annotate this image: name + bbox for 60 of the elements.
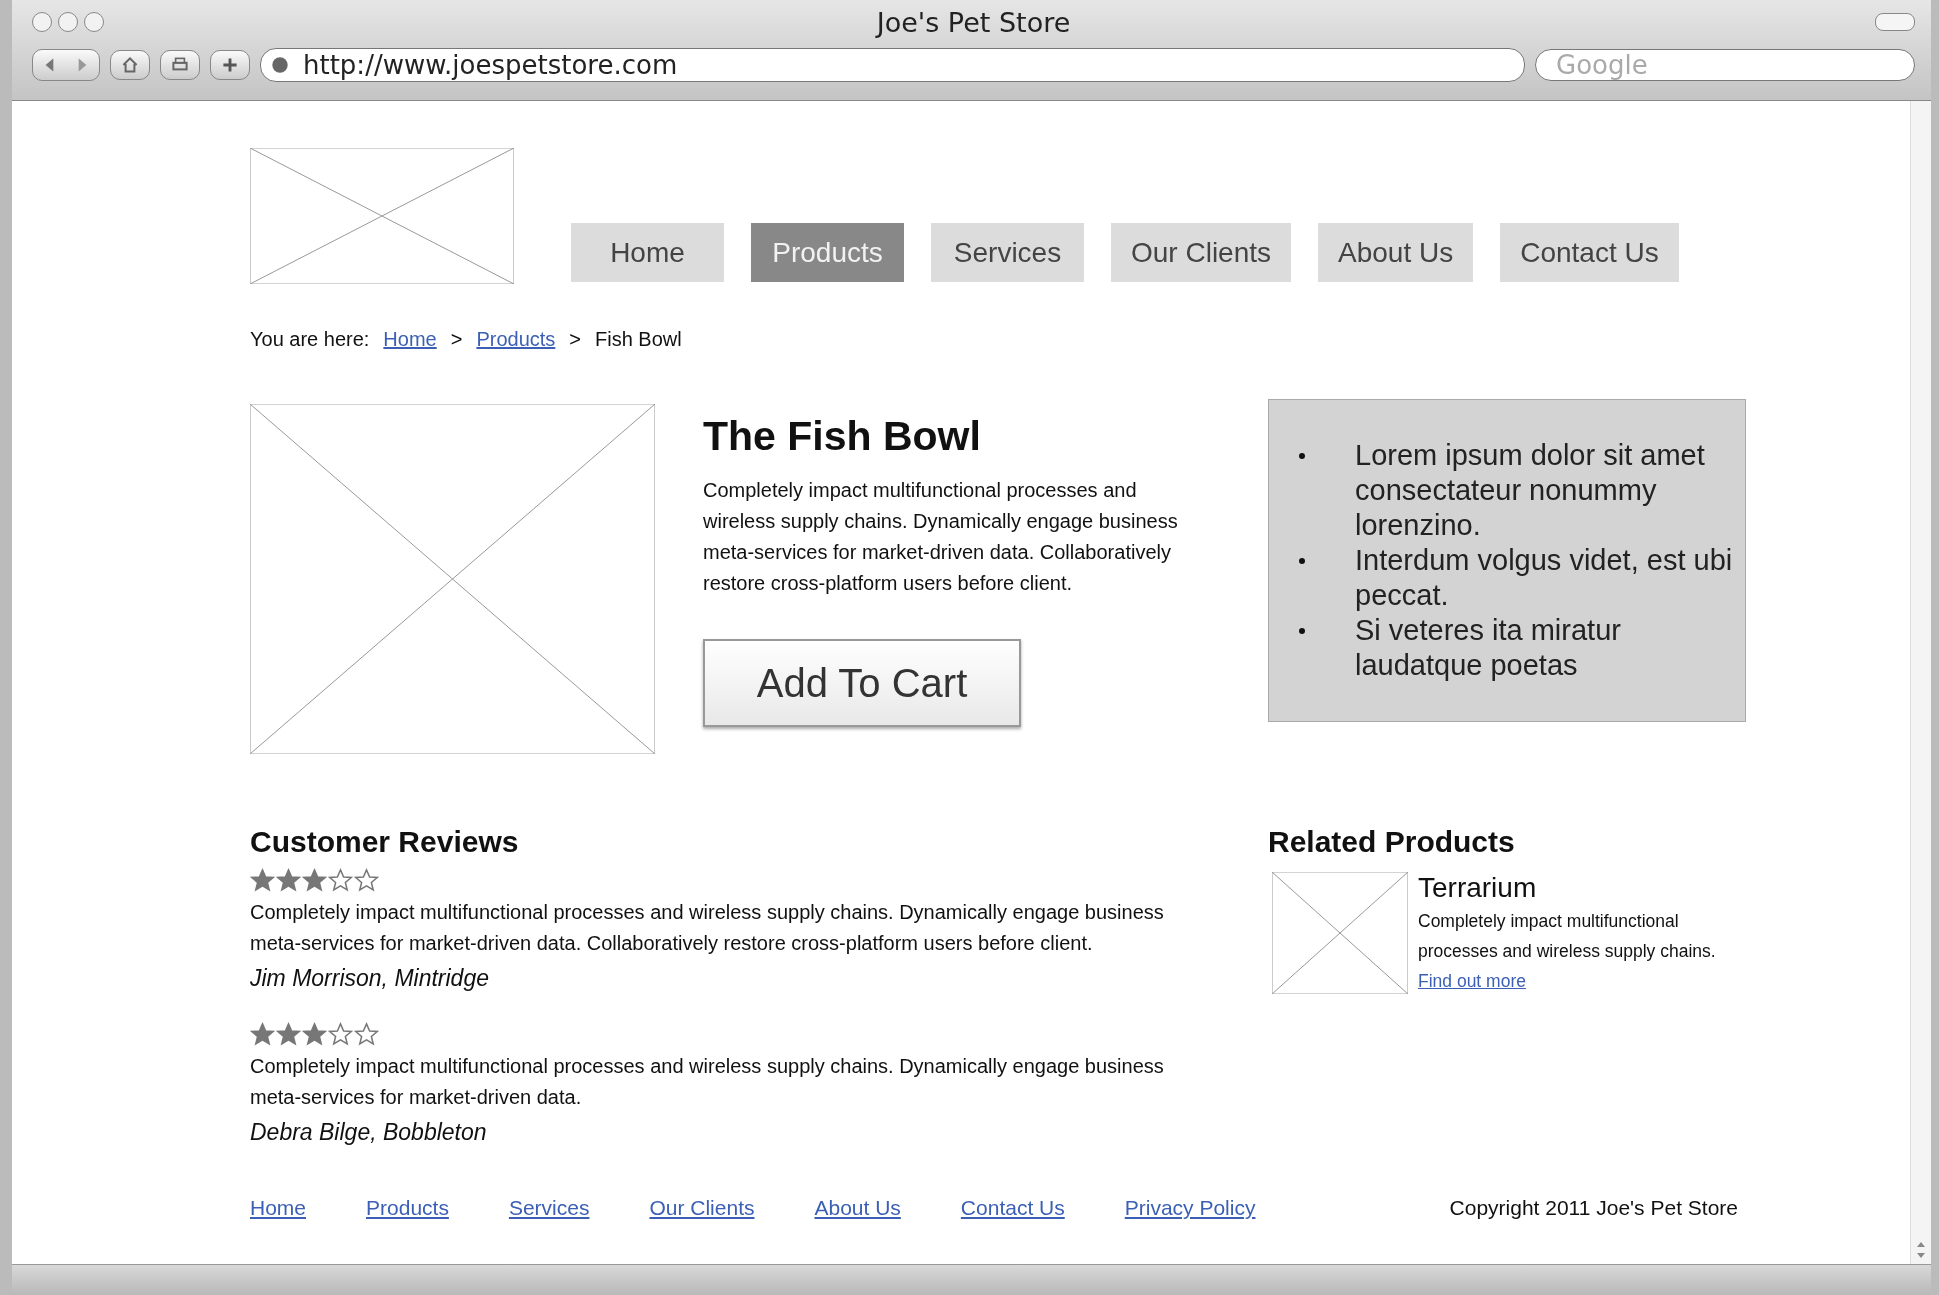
toolbar-toggle-button[interactable] bbox=[1875, 13, 1915, 31]
bullet-icon bbox=[1299, 453, 1305, 459]
section-heading: Customer Reviews bbox=[250, 824, 520, 860]
star-icon bbox=[302, 868, 327, 893]
address-field[interactable]: http://www.joespetstore.com bbox=[260, 48, 1525, 82]
star-icon bbox=[302, 1022, 327, 1047]
close-button[interactable] bbox=[32, 12, 52, 32]
product-description: Completely impact multifunctional processes and wireless supply chains. Dynamically engage business meta-services for market-driven data. Collaboratively restore cross-platform users before client. bbox=[703, 478, 1179, 596]
star-icon bbox=[354, 1022, 379, 1047]
bullet-icon bbox=[1299, 628, 1305, 634]
related-product-description: Completely impact multifunctional processes and wireless supply chains. Find out more bbox=[1418, 910, 1717, 993]
copyright-text: Copyright 2011 Joe's Pet Store bbox=[1449, 1196, 1739, 1220]
nav-tab[interactable]: Our Clients bbox=[1111, 223, 1292, 282]
star-icon bbox=[250, 1022, 275, 1047]
highlight-text: Interdum volgus videt, est ubi peccat. bbox=[1355, 543, 1734, 613]
nav-tab[interactable]: About Us bbox=[1318, 223, 1474, 282]
review-text: Completely impact multifunctional processes and wireless supply chains. Dynamically engage business meta-services for market-driven data. bbox=[250, 1054, 1165, 1110]
breadcrumb-link[interactable]: Products bbox=[476, 328, 556, 351]
home-button[interactable] bbox=[110, 50, 150, 80]
highlight-text: Si veteres ita miratur laudatque poetas bbox=[1355, 613, 1622, 683]
breadcrumb-separator: > bbox=[450, 328, 463, 351]
nav-tab[interactable]: Services bbox=[931, 223, 1084, 282]
add-bookmark-button[interactable] bbox=[210, 50, 250, 80]
footer-link[interactable]: Home bbox=[250, 1196, 307, 1220]
breadcrumb-current: Fish Bowl bbox=[595, 328, 682, 351]
related-product-name: Terrarium bbox=[1418, 872, 1538, 904]
add-to-cart-button[interactable]: Add To Cart bbox=[703, 639, 1021, 727]
footer-link[interactable]: About Us bbox=[814, 1196, 901, 1220]
star-icon bbox=[328, 1022, 353, 1047]
review-author: Debra Bilge, Bobbleton bbox=[250, 1119, 488, 1146]
review-author: Jim Morrison, Mintridge bbox=[250, 965, 490, 992]
footer-link[interactable]: Services bbox=[508, 1196, 590, 1220]
window-title: Joe's Pet Store bbox=[874, 6, 1072, 38]
section-heading: Related Products bbox=[1268, 824, 1516, 860]
footer-link[interactable]: Contact Us bbox=[960, 1196, 1065, 1220]
nav-tab[interactable]: Products bbox=[751, 223, 904, 282]
star-icon bbox=[276, 868, 301, 893]
search-field[interactable]: Google bbox=[1535, 49, 1915, 81]
footer-link[interactable]: Our Clients bbox=[649, 1196, 755, 1220]
highlight-text: Lorem ipsum dolor sit amet consectateur nonummy lorenzino. bbox=[1355, 438, 1706, 543]
footer-link[interactable]: Products bbox=[366, 1196, 449, 1220]
minimize-button[interactable] bbox=[58, 12, 78, 32]
star-icon bbox=[328, 868, 353, 893]
nav-tab[interactable]: Contact Us bbox=[1500, 223, 1679, 282]
star-icon bbox=[250, 868, 275, 893]
scrollbar[interactable] bbox=[1910, 101, 1931, 1264]
breadcrumb-label: You are here: bbox=[250, 328, 370, 351]
zoom-button[interactable] bbox=[84, 12, 104, 32]
print-button[interactable] bbox=[160, 50, 200, 80]
bullet-icon bbox=[1299, 558, 1305, 564]
review-text: Completely impact multifunctional processes and wireless supply chains. Dynamically engage business meta-services for market-driven data. Collaboratively restore cross-platform users before client. bbox=[250, 900, 1165, 956]
find-out-more-link[interactable]: Find out more bbox=[1418, 971, 1526, 991]
back-forward-buttons[interactable] bbox=[32, 49, 100, 81]
product-title: The Fish Bowl bbox=[703, 412, 982, 461]
footer-link[interactable]: Privacy Policy bbox=[1124, 1196, 1256, 1220]
nav-tab[interactable]: Home bbox=[571, 223, 724, 282]
breadcrumb-link[interactable]: Home bbox=[383, 328, 437, 351]
star-icon bbox=[354, 868, 379, 893]
breadcrumb-separator: > bbox=[569, 328, 582, 351]
star-icon bbox=[276, 1022, 301, 1047]
